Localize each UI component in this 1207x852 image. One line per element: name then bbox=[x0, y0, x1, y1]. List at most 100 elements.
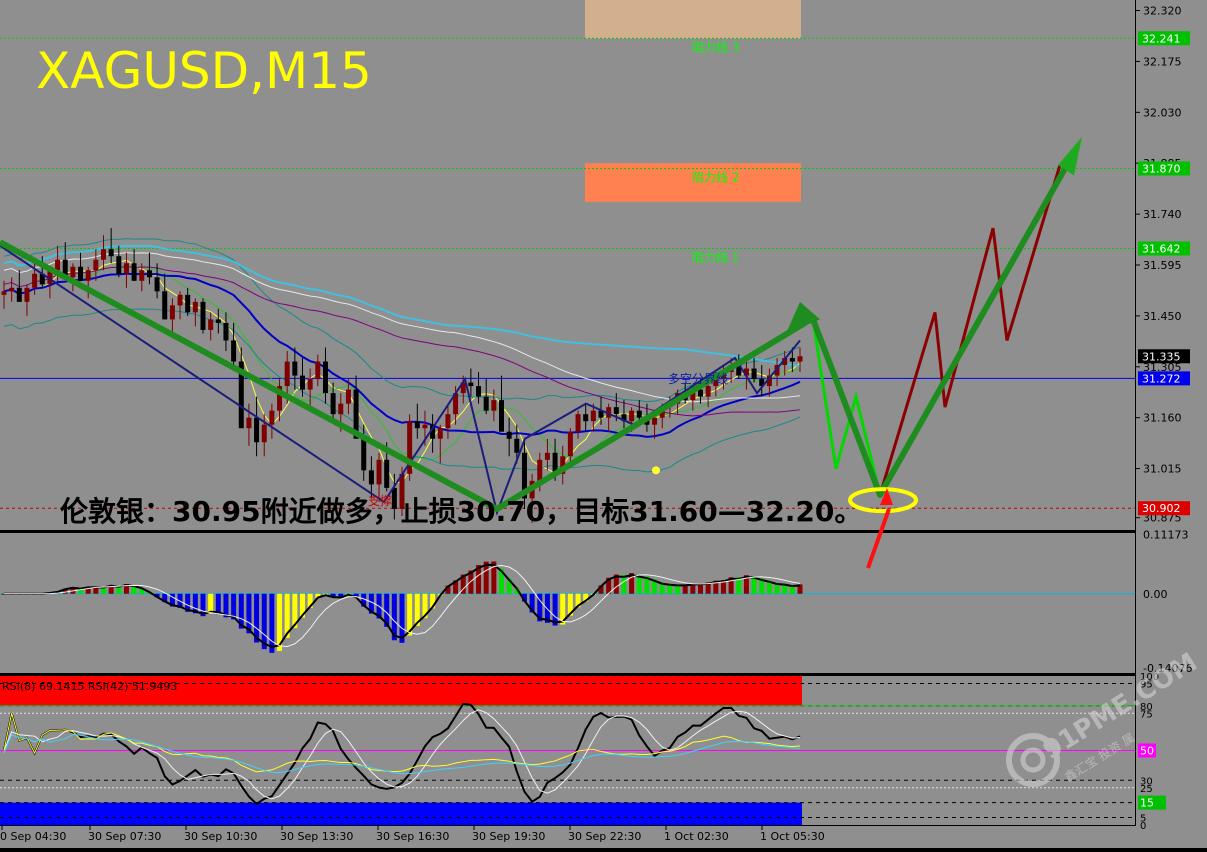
time-tick-label: 30 Sep 22:30 bbox=[568, 830, 641, 843]
annotation-target: 31.60—32.20 bbox=[629, 495, 834, 528]
candle-body bbox=[146, 270, 152, 278]
candle-body bbox=[307, 379, 313, 390]
candle-body bbox=[70, 266, 76, 278]
candle-body bbox=[116, 256, 122, 274]
candle-body bbox=[789, 358, 795, 362]
candle-body bbox=[108, 249, 114, 257]
candle-body bbox=[292, 361, 298, 376]
candle-body bbox=[751, 368, 757, 380]
candle-body bbox=[514, 438, 520, 453]
macd-tick-label: 0.11173 bbox=[1143, 529, 1189, 542]
chart-canvas: 32.32032.17532.03031.88531.74031.59531.4… bbox=[0, 0, 1207, 848]
candle-body bbox=[583, 414, 589, 422]
time-tick-label: 30 Sep 13:30 bbox=[280, 830, 353, 843]
symbol-title: XAGUSD,M15 bbox=[36, 42, 372, 100]
candle-body bbox=[162, 291, 168, 320]
candle bbox=[200, 298, 206, 334]
current-price-label: 31.335 bbox=[1142, 350, 1181, 363]
candle-body bbox=[261, 424, 267, 443]
candle-body bbox=[506, 431, 512, 439]
candle-body bbox=[300, 375, 305, 390]
resistance-price-label: 32.241 bbox=[1142, 32, 1181, 45]
annotation-prefix: 伦敦银： bbox=[60, 495, 172, 528]
candle-body bbox=[629, 410, 635, 422]
resistance-3-label: 阻力线 3 bbox=[692, 40, 739, 54]
blue-line-price-label: 31.272 bbox=[1142, 372, 1181, 385]
annotation-price1: 30.95 bbox=[172, 495, 261, 528]
candle-body bbox=[368, 470, 374, 485]
candle-body bbox=[613, 407, 619, 415]
candle-body bbox=[376, 459, 382, 485]
price-tick-label: 31.015 bbox=[1143, 463, 1182, 476]
candle-body bbox=[101, 249, 106, 260]
candle-body bbox=[575, 414, 581, 432]
candle-body bbox=[315, 361, 321, 380]
trade-annotation: 伦敦银：30.95附近做多，止损30.70，目标31.60—32.20。 bbox=[60, 495, 862, 528]
candle-body bbox=[223, 322, 229, 341]
candle-body bbox=[797, 356, 803, 362]
rsi-tick-label: 50 bbox=[1140, 745, 1154, 758]
candle-body bbox=[93, 259, 99, 271]
candle-body bbox=[246, 417, 252, 429]
candle-body bbox=[139, 270, 145, 281]
candle-body bbox=[698, 389, 703, 397]
candle-body bbox=[537, 459, 543, 481]
candle-body bbox=[468, 382, 474, 387]
resistance-price-label: 31.870 bbox=[1142, 162, 1181, 175]
candle-body bbox=[422, 424, 428, 429]
candle-body bbox=[338, 403, 344, 415]
candle-body bbox=[544, 452, 550, 460]
macd-bar bbox=[269, 593, 275, 653]
candle-body bbox=[9, 287, 15, 292]
candle-body bbox=[32, 273, 38, 288]
rsi-tick-label: 15 bbox=[1140, 797, 1154, 810]
candle-body bbox=[284, 361, 290, 387]
macd-bar bbox=[261, 593, 267, 650]
chart-window: 32.32032.17532.03031.88531.74031.59531.4… bbox=[0, 0, 1207, 848]
support-label: 支撑 bbox=[368, 493, 392, 508]
candle-body bbox=[154, 277, 160, 292]
annotation-suffix: 。 bbox=[834, 495, 862, 528]
time-tick-label: 30 Sep 19:30 bbox=[472, 830, 545, 843]
time-tick-label: 1 Oct 05:30 bbox=[760, 830, 825, 843]
candle-body bbox=[445, 414, 451, 429]
candle-body bbox=[215, 319, 221, 323]
channel-label: 多空分界线 bbox=[668, 372, 728, 386]
price-tick-label: 31.450 bbox=[1143, 310, 1182, 323]
candle-body bbox=[254, 417, 260, 443]
candle-body bbox=[85, 270, 91, 281]
candle-body bbox=[123, 263, 129, 274]
candle-body bbox=[414, 421, 420, 429]
candle-body bbox=[491, 400, 497, 411]
red-line-price-label: 30.902 bbox=[1142, 502, 1181, 515]
candle-body bbox=[208, 319, 214, 330]
time-tick-label: 30 Sep 16:30 bbox=[376, 830, 449, 843]
candle-body bbox=[200, 301, 206, 330]
rsi-tick-label: 0 bbox=[1140, 821, 1146, 832]
price-tick-label: 32.320 bbox=[1143, 5, 1182, 18]
price-tick-label: 32.030 bbox=[1143, 106, 1182, 119]
resistance-zone-3 bbox=[585, 0, 801, 39]
macd-bar bbox=[544, 593, 550, 623]
resistance-2-label: 阻力线 2 bbox=[692, 170, 739, 184]
candle-body bbox=[590, 410, 596, 422]
annotation-mid2: ，目标 bbox=[545, 495, 629, 528]
candle-body bbox=[1, 291, 7, 295]
rsi-tick-label: 25 bbox=[1140, 784, 1153, 795]
candle-body bbox=[499, 400, 504, 432]
candle-body bbox=[78, 266, 84, 281]
candle-body bbox=[476, 386, 482, 397]
candle-body bbox=[55, 259, 61, 271]
rsi-oversold-zone bbox=[0, 802, 802, 825]
candle-body bbox=[361, 438, 367, 471]
price-tick-label: 31.595 bbox=[1143, 259, 1182, 272]
candle-body bbox=[231, 340, 237, 362]
candle-body bbox=[636, 410, 642, 418]
candle-body bbox=[652, 417, 658, 425]
price-tick-label: 32.175 bbox=[1143, 55, 1182, 68]
time-tick-label: 30 Sep 10:30 bbox=[184, 830, 257, 843]
marker-dot bbox=[652, 466, 660, 475]
candle-body bbox=[16, 287, 22, 302]
price-tick-label: 31.160 bbox=[1143, 412, 1182, 425]
candle-body bbox=[322, 361, 328, 394]
